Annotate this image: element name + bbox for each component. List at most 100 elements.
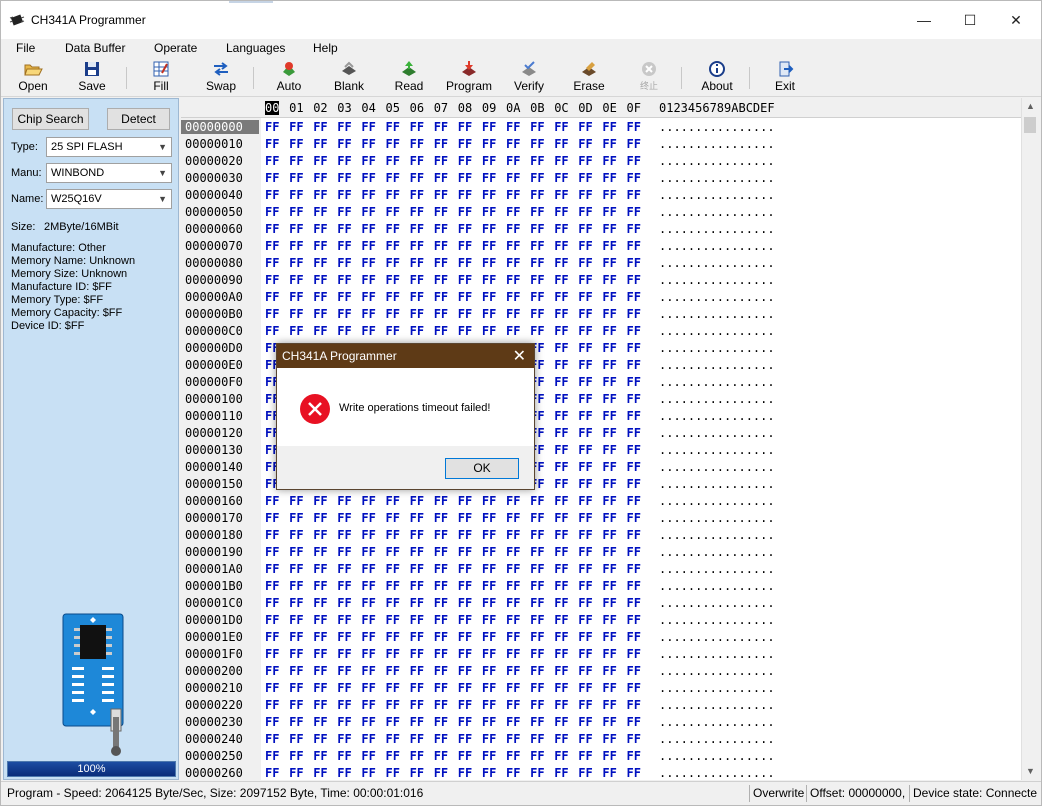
hex-row[interactable]: 00000080 FF FF FF FF FF FF FF FF FF FF FF FF FF FF FF FF… xyxy=(181,254,1021,271)
hex-byte[interactable]: FF xyxy=(458,732,472,746)
hex-byte[interactable]: FF xyxy=(434,664,448,678)
hex-row[interactable]: 000001C0 FF FF FF FF FF FF FF FF FF FF FF FF FF FF FF FF… xyxy=(181,594,1021,611)
hex-byte[interactable]: FF xyxy=(554,392,568,406)
ascii-text[interactable]: ................ xyxy=(659,307,775,321)
hex-byte[interactable]: FF xyxy=(289,239,303,253)
hex-byte[interactable]: FF xyxy=(434,290,448,304)
hex-row[interactable]: 000001E0 FF FF FF FF FF FF FF FF FF FF FF FF FF FF FF FF… xyxy=(181,628,1021,645)
hex-byte[interactable]: FF xyxy=(627,256,641,270)
hex-byte[interactable]: FF xyxy=(627,698,641,712)
hex-byte[interactable]: FF xyxy=(602,596,616,610)
hex-byte[interactable]: FF xyxy=(265,596,279,610)
hex-byte[interactable]: FF xyxy=(554,171,568,185)
hex-byte[interactable]: FF xyxy=(265,698,279,712)
hex-byte[interactable]: FF xyxy=(627,426,641,440)
hex-byte[interactable]: FF xyxy=(627,647,641,661)
hex-byte[interactable]: FF xyxy=(530,562,544,576)
ascii-text[interactable]: ................ xyxy=(659,375,775,389)
hex-byte[interactable]: FF xyxy=(602,324,616,338)
hex-byte[interactable]: FF xyxy=(506,664,520,678)
hex-byte[interactable]: FF xyxy=(289,562,303,576)
hex-byte[interactable]: FF xyxy=(434,630,448,644)
hex-byte[interactable]: FF xyxy=(627,630,641,644)
hex-byte[interactable]: FF xyxy=(434,307,448,321)
hex-byte[interactable]: FF xyxy=(506,494,520,508)
hex-byte[interactable]: FF xyxy=(313,698,327,712)
hex-byte[interactable]: FF xyxy=(627,477,641,491)
chip-search-button[interactable]: Chip Search xyxy=(12,108,89,130)
menu-file[interactable]: File xyxy=(16,41,35,55)
hex-byte[interactable]: FF xyxy=(458,596,472,610)
hex-byte[interactable]: FF xyxy=(578,630,592,644)
hex-byte[interactable]: FF xyxy=(482,120,496,134)
hex-byte[interactable]: FF xyxy=(530,120,544,134)
hex-byte[interactable]: FF xyxy=(506,290,520,304)
hex-byte[interactable]: FF xyxy=(337,749,351,763)
hex-byte[interactable]: FF xyxy=(602,171,616,185)
hex-byte[interactable]: FF xyxy=(434,324,448,338)
ascii-text[interactable]: ................ xyxy=(659,120,775,134)
save-button[interactable]: Save xyxy=(64,59,120,97)
hex-byte[interactable]: FF xyxy=(458,749,472,763)
hex-byte[interactable]: FF xyxy=(265,137,279,151)
hex-byte[interactable]: FF xyxy=(458,511,472,525)
hex-byte[interactable]: FF xyxy=(410,749,424,763)
hex-byte[interactable]: FF xyxy=(554,664,568,678)
hex-byte[interactable]: FF xyxy=(627,681,641,695)
hex-byte[interactable]: FF xyxy=(458,154,472,168)
hex-byte[interactable]: FF xyxy=(361,205,375,219)
hex-byte[interactable]: FF xyxy=(602,392,616,406)
hex-byte[interactable]: FF xyxy=(265,188,279,202)
hex-byte[interactable]: FF xyxy=(482,613,496,627)
hex-byte[interactable]: FF xyxy=(627,579,641,593)
hex-byte[interactable]: FF xyxy=(602,375,616,389)
hex-byte[interactable]: FF xyxy=(434,120,448,134)
hex-byte[interactable]: FF xyxy=(506,188,520,202)
hex-byte[interactable]: FF xyxy=(289,715,303,729)
hex-byte[interactable]: FF xyxy=(578,681,592,695)
about-button[interactable]: About xyxy=(689,59,745,97)
hex-byte[interactable]: FF xyxy=(265,630,279,644)
hex-byte[interactable]: FF xyxy=(554,426,568,440)
hex-byte[interactable]: FF xyxy=(578,137,592,151)
hex-byte[interactable]: FF xyxy=(434,154,448,168)
hex-byte[interactable]: FF xyxy=(602,698,616,712)
hex-byte[interactable]: FF xyxy=(458,188,472,202)
hex-byte[interactable]: FF xyxy=(289,324,303,338)
hex-byte[interactable]: FF xyxy=(313,511,327,525)
hex-byte[interactable]: FF xyxy=(578,443,592,457)
hex-byte[interactable]: FF xyxy=(506,647,520,661)
ascii-text[interactable]: ................ xyxy=(659,188,775,202)
hex-byte[interactable]: FF xyxy=(578,426,592,440)
hex-byte[interactable]: FF xyxy=(434,511,448,525)
hex-byte[interactable]: FF xyxy=(602,137,616,151)
hex-byte[interactable]: FF xyxy=(530,749,544,763)
ascii-text[interactable]: ................ xyxy=(659,579,775,593)
hex-byte[interactable]: FF xyxy=(265,494,279,508)
hex-byte[interactable]: FF xyxy=(578,647,592,661)
hex-byte[interactable]: FF xyxy=(554,698,568,712)
hex-byte[interactable]: FF xyxy=(386,239,400,253)
hex-row[interactable]: 00000250 FF FF FF FF FF FF FF FF FF FF FF FF FF FF FF FF… xyxy=(181,747,1021,764)
hex-byte[interactable]: FF xyxy=(578,460,592,474)
hex-byte[interactable]: FF xyxy=(313,154,327,168)
ascii-text[interactable]: ................ xyxy=(659,171,775,185)
hex-byte[interactable]: FF xyxy=(602,443,616,457)
hex-row[interactable]: 00000160 FF FF FF FF FF FF FF FF FF FF FF FF FF FF FF FF… xyxy=(181,492,1021,509)
hex-byte[interactable]: FF xyxy=(578,188,592,202)
hex-byte[interactable]: FF xyxy=(289,681,303,695)
hex-byte[interactable]: FF xyxy=(265,154,279,168)
hex-byte[interactable]: FF xyxy=(410,647,424,661)
hex-byte[interactable]: FF xyxy=(265,732,279,746)
hex-byte[interactable]: FF xyxy=(265,205,279,219)
hex-byte[interactable]: FF xyxy=(410,545,424,559)
hex-byte[interactable]: FF xyxy=(554,137,568,151)
hex-byte[interactable]: FF xyxy=(337,154,351,168)
auto-button[interactable]: Auto xyxy=(261,59,317,97)
hex-row[interactable]: 00000240 FF FF FF FF FF FF FF FF FF FF FF FF FF FF FF FF… xyxy=(181,730,1021,747)
hex-byte[interactable]: FF xyxy=(289,120,303,134)
hex-byte[interactable]: FF xyxy=(506,596,520,610)
hex-byte[interactable]: FF xyxy=(530,613,544,627)
ascii-text[interactable]: ................ xyxy=(659,154,775,168)
hex-byte[interactable]: FF xyxy=(434,715,448,729)
